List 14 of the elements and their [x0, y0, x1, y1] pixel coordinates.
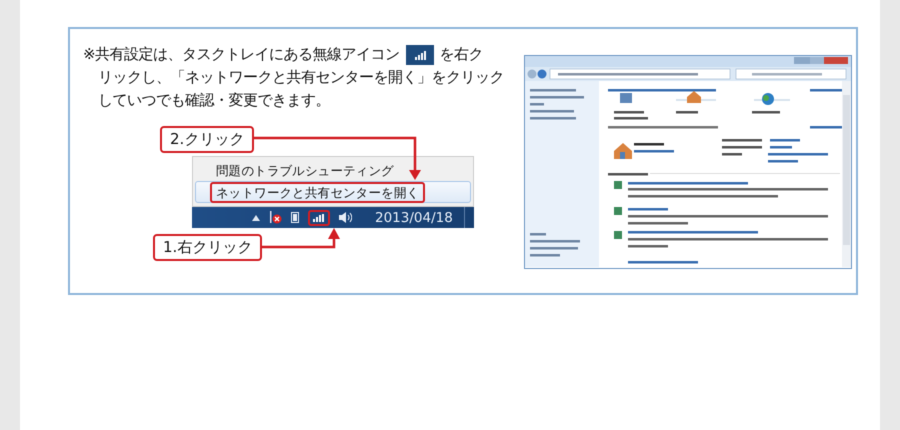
note-text: を右ク	[440, 44, 484, 65]
note-text: ※共有設定は、タスクトレイにある無線アイコン	[83, 44, 400, 65]
menu-item[interactable]: 問題のトラブルシューティング	[195, 159, 471, 181]
taskbar-date[interactable]: 2013/04/18	[375, 210, 453, 226]
speaker-icon[interactable]	[339, 212, 352, 223]
note-text: リックし、「ネットワークと共有センターを開く」をクリック	[97, 67, 504, 88]
menu-item[interactable]: ネットワークと共有センターを開く	[195, 181, 471, 203]
up-triangle-icon	[252, 214, 260, 220]
flag-error-icon[interactable]	[269, 211, 282, 224]
note-text: していつでも確認・変更できます。	[97, 90, 330, 111]
wireless-signal-icon	[406, 44, 434, 64]
callout-label: 2.クリック	[160, 126, 254, 153]
wireless-signal-icon[interactable]	[308, 210, 330, 226]
callout-label: 1.右クリック	[153, 234, 262, 261]
